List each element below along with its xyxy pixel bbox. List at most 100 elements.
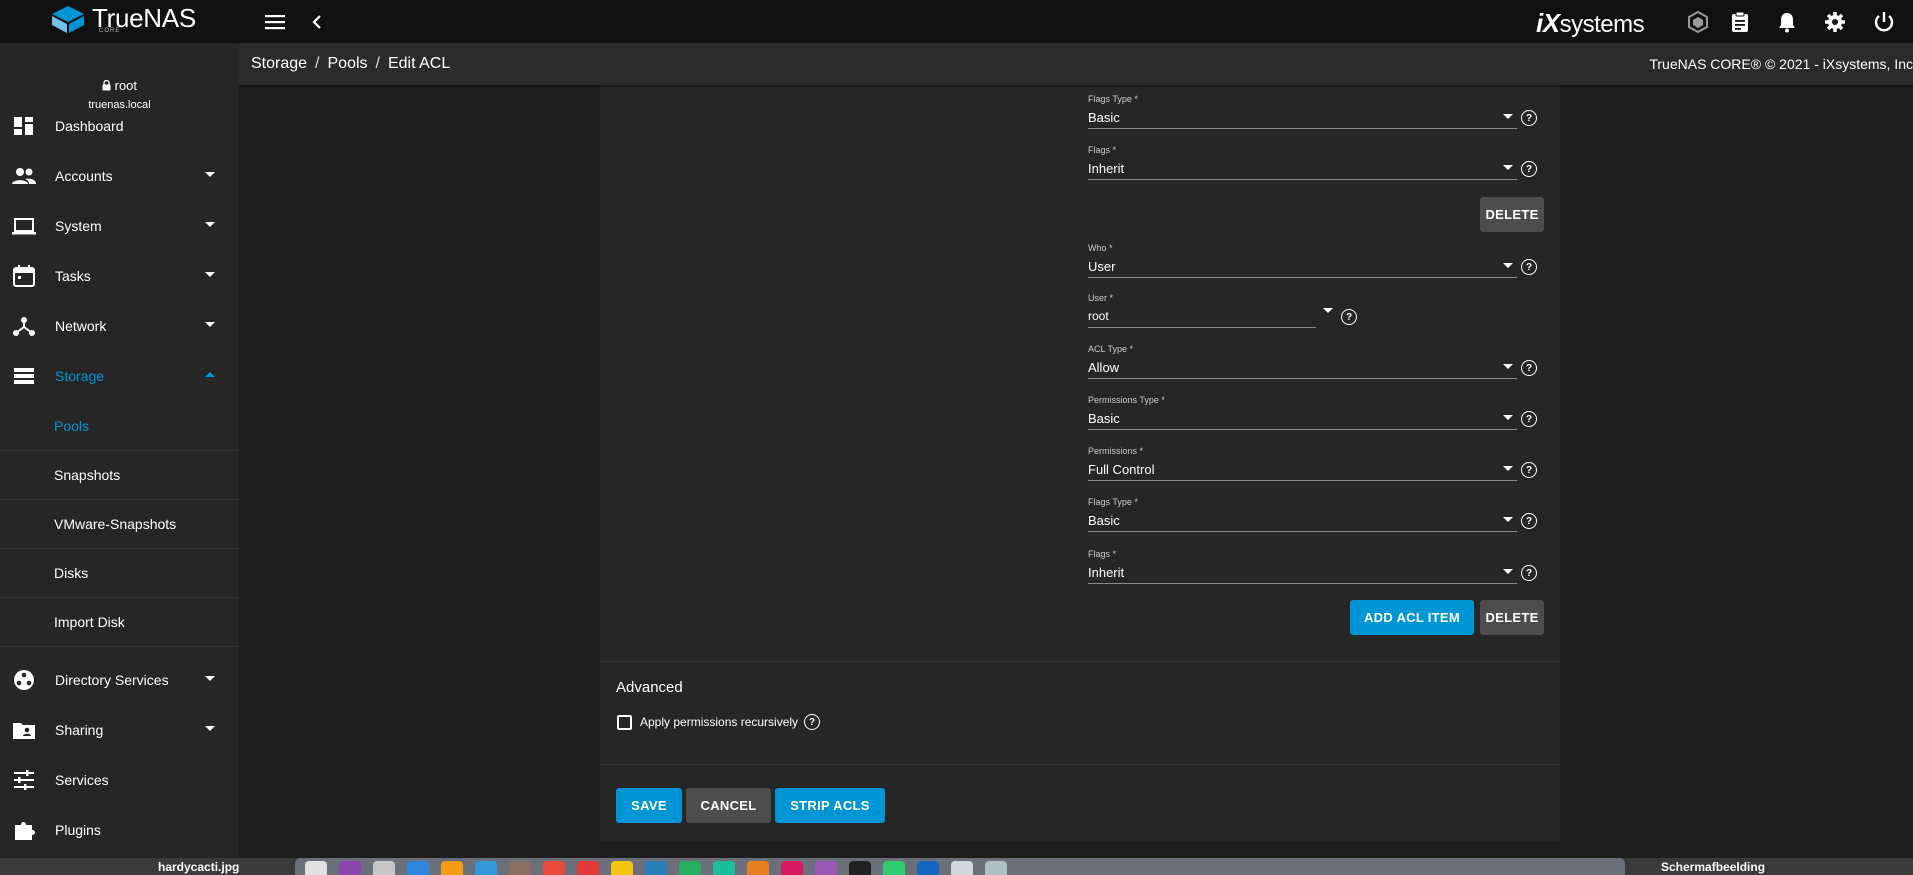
dropdown-arrow-icon <box>1503 114 1513 119</box>
sidebar-subitem-import-disk[interactable]: Import Disk <box>0 598 239 647</box>
sidebar-item-services[interactable]: Services <box>0 755 239 805</box>
chevron-up-icon <box>205 372 215 377</box>
podcasts-icon[interactable] <box>815 861 837 875</box>
sidebar-item-label: Plugins <box>55 822 101 838</box>
sidebar-item-network[interactable]: Network <box>0 301 239 351</box>
help-icon[interactable]: ? <box>1521 565 1537 581</box>
sidebar-item-dashboard[interactable]: Dashboard <box>0 101 239 151</box>
permissions-type-select[interactable]: Permissions Type * Basic <box>1088 395 1518 435</box>
permissions-select[interactable]: Permissions * Full Control <box>1088 446 1518 486</box>
edit-acl-form: Flags Type * Basic ? Flags * Inherit ? D… <box>600 87 1560 842</box>
chevron-down-icon <box>205 172 215 177</box>
chevron-down-icon <box>205 676 215 681</box>
help-icon[interactable]: ? <box>1521 161 1537 177</box>
finder-icon[interactable] <box>305 861 327 875</box>
breadcrumb-storage[interactable]: Storage <box>251 55 307 72</box>
help-icon[interactable]: ? <box>1521 259 1537 275</box>
messages-icon[interactable] <box>713 861 735 875</box>
sidebar-item-label: System <box>55 218 102 234</box>
save-button[interactable]: SAVE <box>616 788 682 823</box>
reminders-icon[interactable] <box>577 861 599 875</box>
sidebar-subitem-disks[interactable]: Disks <box>0 549 239 598</box>
apply-recursively-checkbox[interactable] <box>617 715 632 730</box>
truecommand-icon[interactable] <box>1686 10 1710 34</box>
breadcrumb-pools[interactable]: Pools <box>328 55 368 72</box>
field-underline <box>1088 429 1517 430</box>
terminal-icon[interactable] <box>849 861 871 875</box>
advanced-section-title: Advanced <box>616 679 683 696</box>
mail-icon[interactable] <box>475 861 497 875</box>
firefox-icon[interactable] <box>441 861 463 875</box>
sidebar-item-directory-services[interactable]: Directory Services <box>0 655 239 705</box>
notifications-bell-icon[interactable] <box>1775 10 1799 34</box>
app-store-icon[interactable] <box>645 861 667 875</box>
sidebar-subitem-vmware-snapshots[interactable]: VMware-Snapshots <box>0 500 239 549</box>
launchpad-icon[interactable] <box>373 861 395 875</box>
task-manager-icon[interactable] <box>1728 10 1752 34</box>
sidebar-subitem-label: Disks <box>54 565 89 581</box>
sidebar-item-storage[interactable]: Storage <box>0 351 239 401</box>
music-icon[interactable] <box>781 861 803 875</box>
pages-icon[interactable] <box>747 861 769 875</box>
strip-acls-button[interactable]: STRIP ACLS <box>775 788 885 823</box>
sidebar-item-label: Tasks <box>55 268 91 284</box>
sidebar-item-system[interactable]: System <box>0 201 239 251</box>
safari-icon[interactable] <box>407 861 429 875</box>
siri-icon[interactable] <box>339 861 361 875</box>
help-icon[interactable]: ? <box>1521 360 1537 376</box>
network-icon <box>13 317 35 336</box>
help-icon[interactable]: ? <box>1521 411 1537 427</box>
sidebar-subitem-label: Import Disk <box>54 614 125 630</box>
help-icon[interactable]: ? <box>1521 462 1537 478</box>
notes-icon[interactable] <box>611 861 633 875</box>
word-icon[interactable] <box>917 861 939 875</box>
power-icon[interactable] <box>1872 10 1896 34</box>
who-select[interactable]: Who * User <box>1088 243 1518 283</box>
trash-icon[interactable] <box>985 861 1007 875</box>
back-chevron-icon[interactable] <box>305 10 329 34</box>
people-icon <box>12 168 36 184</box>
top-toolbar: TrueNAS CORE iXsystems <box>0 0 1913 43</box>
settings-gear-icon[interactable] <box>1823 10 1847 34</box>
field-value: Basic <box>1088 411 1120 426</box>
flags-select-1[interactable]: Flags * Inherit <box>1088 145 1518 185</box>
preview-icon[interactable] <box>951 861 973 875</box>
menu-toggle-icon[interactable] <box>263 10 287 34</box>
flags-select-2[interactable]: Flags * Inherit <box>1088 549 1518 589</box>
help-icon[interactable]: ? <box>1521 110 1537 126</box>
sidebar-item-accounts[interactable]: Accounts <box>0 151 239 201</box>
apply-recursively-label[interactable]: Apply permissions recursively <box>640 715 798 729</box>
sidebar-item-tasks[interactable]: Tasks <box>0 251 239 301</box>
flags-type-select-1[interactable]: Flags Type * Basic <box>1088 94 1518 134</box>
numbers-icon[interactable] <box>679 861 701 875</box>
field-label: Flags * <box>1088 145 1117 155</box>
laptop-icon <box>12 218 36 235</box>
dropdown-arrow-icon <box>1503 466 1513 471</box>
ixsystems-logo[interactable]: iXsystems <box>1536 8 1645 39</box>
field-underline <box>1088 583 1517 584</box>
calendar-app-icon[interactable] <box>543 861 565 875</box>
add-acl-item-button[interactable]: ADD ACL ITEM <box>1350 600 1474 635</box>
sidebar-item-sharing[interactable]: Sharing <box>0 705 239 755</box>
field-label: Flags * <box>1088 549 1117 559</box>
lock-icon <box>102 79 111 91</box>
delete-acl-item-button-2[interactable]: DELETE <box>1480 600 1544 635</box>
contacts-icon[interactable] <box>509 861 531 875</box>
help-icon[interactable]: ? <box>804 714 820 730</box>
acl-type-select[interactable]: ACL Type * Allow <box>1088 344 1518 384</box>
spotify-icon[interactable] <box>883 861 905 875</box>
breadcrumb: Storage / Pools / Edit ACL <box>251 55 450 73</box>
desktop-file-label[interactable]: hardycacti.jpg <box>158 860 239 874</box>
cancel-button[interactable]: CANCEL <box>686 788 771 823</box>
section-divider <box>600 764 1560 765</box>
user-combobox[interactable]: User * root <box>1088 293 1333 333</box>
help-icon[interactable]: ? <box>1341 309 1357 325</box>
screenshot-file-label[interactable]: Schermafbeelding <box>1661 860 1765 874</box>
sidebar-subitem-snapshots[interactable]: Snapshots <box>0 451 239 500</box>
delete-acl-item-button-1[interactable]: DELETE <box>1480 197 1544 232</box>
help-icon[interactable]: ? <box>1521 513 1537 529</box>
sidebar-subitem-pools[interactable]: Pools <box>0 402 239 451</box>
truenas-logo[interactable]: TrueNAS <box>50 3 196 34</box>
flags-type-select-2[interactable]: Flags Type * Basic <box>1088 497 1518 537</box>
sidebar-item-plugins[interactable]: Plugins <box>0 805 239 855</box>
